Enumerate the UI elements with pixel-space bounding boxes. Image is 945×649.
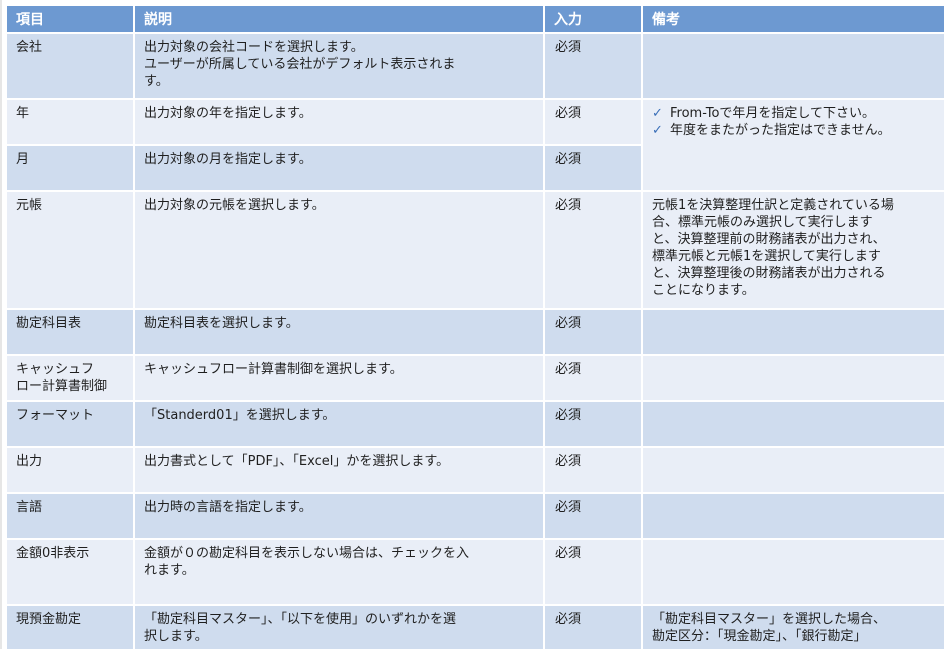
cell-input: 必須 <box>545 34 641 98</box>
header-description: 説明 <box>135 6 543 32</box>
header-row: 項目 説明 入力 備考 <box>7 6 944 32</box>
cell-item: フォーマット <box>7 402 133 446</box>
cell-notes <box>643 494 944 538</box>
cell-notes-cash: 「勘定科目マスター」を選択した場合、 勘定区分：「現金勘定」、「銀行勘定」 <box>643 606 944 649</box>
list-item: ✓ From-Toで年月を指定して下さい。 <box>652 106 876 121</box>
spec-table-container: 項目 説明 入力 備考 会社 出力対象の会社コードを選択します。 ユーザーが所属… <box>7 6 944 649</box>
cell-description: キャッシュフロー計算書制御を選択します。 <box>135 356 543 400</box>
cell-notes <box>643 34 944 98</box>
cell-input: 必須 <box>545 494 641 538</box>
cell-item: 年 <box>7 100 133 144</box>
table-row: 現預金勘定 「勘定科目マスター」、「以下を使用」のいずれかを選 択します。 必須… <box>7 606 944 649</box>
cell-notes-year-month: ✓ From-Toで年月を指定して下さい。 ✓ 年度をまたがった指定はできません… <box>643 100 944 190</box>
table-row: 金額0非表示 金額が０の勘定科目を表示しない場合は、チェックを入 れます。 必須 <box>7 540 944 604</box>
header-item: 項目 <box>7 6 133 32</box>
cell-description: 「Standerd01」を選択します。 <box>135 402 543 446</box>
cell-input: 必須 <box>545 606 641 649</box>
cell-notes <box>643 540 944 604</box>
table-row: 会社 出力対象の会社コードを選択します。 ユーザーが所属している会社がデフォルト… <box>7 34 944 98</box>
cell-item: 勘定科目表 <box>7 310 133 354</box>
cell-item: 出力 <box>7 448 133 492</box>
cell-description: 出力書式として「PDF」、「Excel」かを選択します。 <box>135 448 543 492</box>
cell-input: 必須 <box>545 402 641 446</box>
cell-description: 金額が０の勘定科目を表示しない場合は、チェックを入 れます。 <box>135 540 543 604</box>
header-notes: 備考 <box>643 6 944 32</box>
cell-input: 必須 <box>545 310 641 354</box>
table-row: 年 出力対象の年を指定します。 必須 ✓ From-Toで年月を指定して下さい。… <box>7 100 944 190</box>
list-item: ✓ 年度をまたがった指定はできません。 <box>652 123 891 138</box>
slide-edge <box>0 0 2 649</box>
cell-description: 出力時の言語を指定します。 <box>135 494 543 538</box>
spec-table: 項目 説明 入力 備考 会社 出力対象の会社コードを選択します。 ユーザーが所属… <box>7 6 944 649</box>
cell-notes <box>643 402 944 446</box>
cell-description: 「勘定科目マスター」、「以下を使用」のいずれかを選 択します。 <box>135 606 543 649</box>
cell-description: 出力対象の元帳を選択します。 <box>135 192 543 308</box>
cell-input: 必須 <box>545 192 641 308</box>
cell-item: 月 <box>7 146 133 190</box>
cell-item: 現預金勘定 <box>7 606 133 649</box>
cell-description: 出力対象の年を指定します。 <box>135 100 543 144</box>
cell-notes <box>643 310 944 354</box>
cell-item: キャッシュフ ロー計算書制御 <box>7 356 133 400</box>
cell-input: 必須 <box>545 356 641 400</box>
table-row: 勘定科目表 勘定科目表を選択します。 必須 <box>7 310 944 354</box>
cell-notes <box>643 356 944 400</box>
cell-input: 必須 <box>545 448 641 492</box>
cell-notes <box>643 448 944 492</box>
cell-input: 必須 <box>545 540 641 604</box>
cell-notes-ledger: 元帳1を決算整理仕訳と定義されている場 合、標準元帳のみ選択して実行します と、… <box>643 192 944 308</box>
notes-checklist: ✓ From-Toで年月を指定して下さい。 ✓ 年度をまたがった指定はできません… <box>652 105 935 139</box>
check-icon: ✓ <box>652 123 663 138</box>
cell-input: 必須 <box>545 100 641 144</box>
cell-item: 元帳 <box>7 192 133 308</box>
table-row: フォーマット 「Standerd01」を選択します。 必須 <box>7 402 944 446</box>
cell-item: 言語 <box>7 494 133 538</box>
table-row: 言語 出力時の言語を指定します。 必須 <box>7 494 944 538</box>
cell-description: 勘定科目表を選択します。 <box>135 310 543 354</box>
table-row: 出力 出力書式として「PDF」、「Excel」かを選択します。 必須 <box>7 448 944 492</box>
cell-description: 出力対象の月を指定します。 <box>135 146 543 190</box>
cell-item: 金額0非表示 <box>7 540 133 604</box>
cell-item: 会社 <box>7 34 133 98</box>
table-row: キャッシュフ ロー計算書制御 キャッシュフロー計算書制御を選択します。 必須 <box>7 356 944 400</box>
table-row: 元帳 出力対象の元帳を選択します。 必須 元帳1を決算整理仕訳と定義されている場… <box>7 192 944 308</box>
cell-input: 必須 <box>545 146 641 190</box>
check-icon: ✓ <box>652 106 663 121</box>
header-input: 入力 <box>545 6 641 32</box>
cell-description: 出力対象の会社コードを選択します。 ユーザーが所属している会社がデフォルト表示さ… <box>135 34 543 98</box>
